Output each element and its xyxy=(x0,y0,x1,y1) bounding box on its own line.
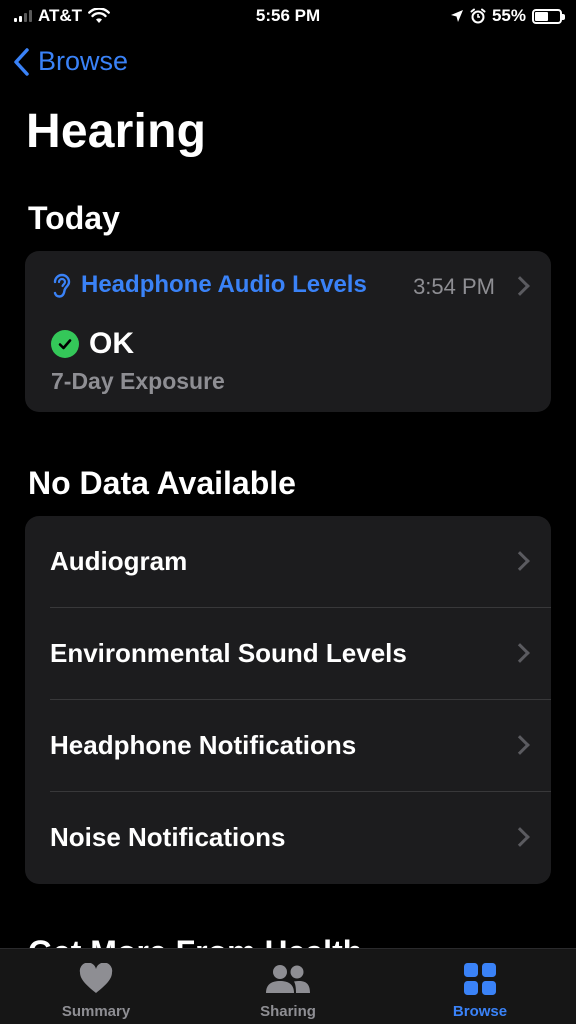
tab-bar: Summary Sharing Browse xyxy=(0,948,576,1024)
chevron-right-icon xyxy=(510,827,530,847)
back-label: Browse xyxy=(38,46,129,76)
status-value: OK xyxy=(89,327,134,360)
page-title: Hearing xyxy=(26,105,207,158)
chevron-right-icon xyxy=(510,735,530,755)
list-item-environmental-sound-levels[interactable]: Environmental Sound Levels xyxy=(25,608,551,700)
checkmark-icon xyxy=(51,330,79,358)
grid-icon xyxy=(463,961,497,997)
status-right: 55% xyxy=(450,6,565,26)
ear-icon xyxy=(53,273,71,298)
headphone-audio-title: Headphone Audio Levels xyxy=(81,271,367,298)
tab-label: Browse xyxy=(452,1003,508,1020)
tab-sharing[interactable]: Sharing xyxy=(192,949,384,1024)
battery-percent: 55% xyxy=(491,6,526,25)
back-button[interactable]: Browse xyxy=(12,46,128,77)
status-bar: AT&T 5:56 PM 55% xyxy=(0,0,576,34)
chevron-left-icon xyxy=(14,47,29,76)
exposure-label: 7-Day Exposure xyxy=(51,368,225,394)
list-item-noise-notifications[interactable]: Noise Notifications xyxy=(25,792,551,884)
list-item-headphone-notifications[interactable]: Headphone Notifications xyxy=(25,700,551,792)
tab-label: Summary xyxy=(61,1003,131,1020)
headphone-audio-header: Headphone Audio Levels xyxy=(51,271,367,299)
list-item-label: Audiogram xyxy=(50,546,188,576)
status-row: OK xyxy=(51,327,134,361)
list-item-audiogram[interactable]: Audiogram xyxy=(25,516,551,608)
section-title-today: Today xyxy=(28,200,120,236)
chevron-right-icon xyxy=(510,643,530,663)
list-item-label: Headphone Notifications xyxy=(50,730,357,760)
list-item-label: Environmental Sound Levels xyxy=(50,638,407,668)
heart-icon xyxy=(78,961,114,997)
tab-label: Sharing xyxy=(260,1003,316,1020)
tab-browse[interactable]: Browse xyxy=(384,949,576,1024)
battery-icon xyxy=(532,8,565,24)
no-data-list: Audiogram Environmental Sound Levels Hea… xyxy=(25,516,551,884)
section-title-no-data: No Data Available xyxy=(28,465,296,501)
chevron-right-icon xyxy=(510,276,530,296)
people-icon xyxy=(263,961,313,997)
list-item-label: Noise Notifications xyxy=(50,822,286,852)
headphone-audio-time: 3:54 PM xyxy=(413,274,495,299)
tab-summary[interactable]: Summary xyxy=(0,949,192,1024)
chevron-right-icon xyxy=(510,551,530,571)
headphone-audio-card[interactable]: Headphone Audio Levels 3:54 PM OK 7-Day … xyxy=(25,251,551,412)
location-icon xyxy=(450,10,463,22)
alarm-icon xyxy=(470,8,486,24)
